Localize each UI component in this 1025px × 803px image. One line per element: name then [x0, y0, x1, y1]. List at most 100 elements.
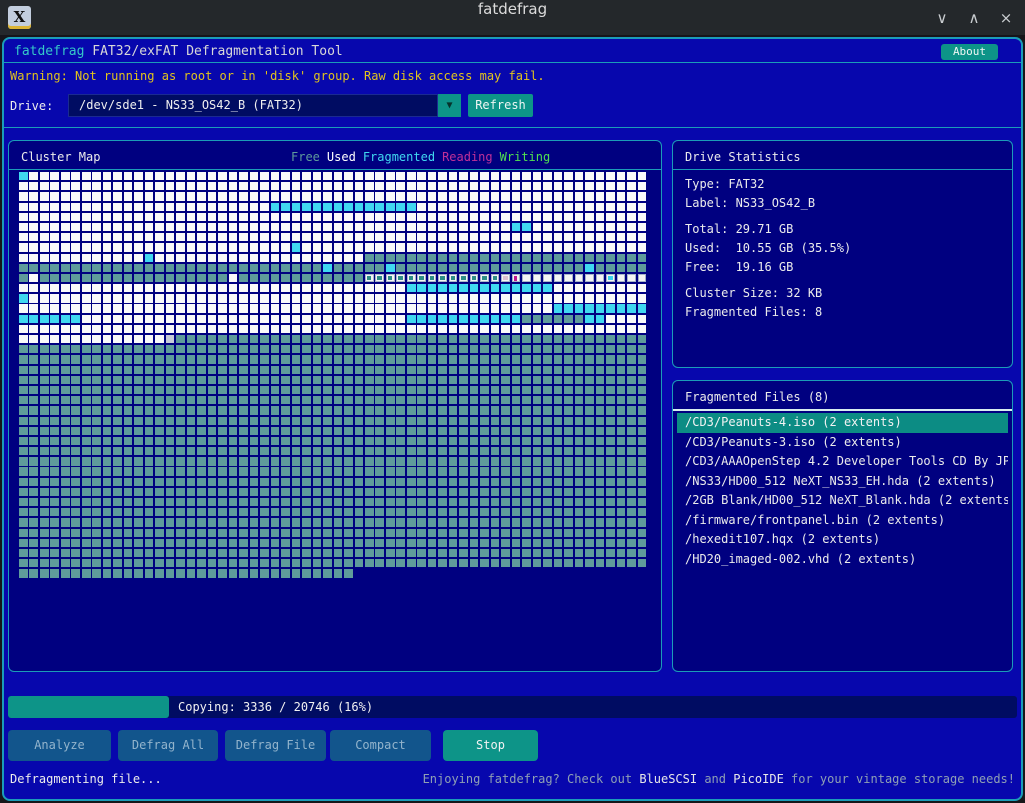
minimize-icon[interactable]: ∨ [933, 9, 951, 27]
map-cell [417, 406, 426, 415]
map-cell [123, 436, 133, 446]
map-cell [186, 487, 196, 497]
map-cell [81, 548, 91, 558]
map-cell [113, 345, 122, 354]
stop-button[interactable]: Stop [443, 730, 538, 761]
map-cell [438, 253, 447, 262]
fragmented-file-item[interactable]: /NS33/HD00_512 NeXT_NS33_EH.hda (2 exten… [677, 472, 1008, 492]
map-cell [427, 355, 437, 364]
map-cell [448, 273, 458, 283]
map-cell [19, 314, 28, 323]
map-cell [385, 222, 395, 232]
map-cell [616, 436, 626, 446]
map-cell [574, 467, 584, 476]
analyze-button[interactable]: Analyze [8, 730, 111, 761]
map-cell [186, 182, 196, 191]
fragmented-file-item[interactable]: /hexedit107.hqx (2 extents) [677, 530, 1008, 550]
map-cell [239, 233, 248, 242]
map-cell [480, 182, 489, 191]
map-cell [260, 467, 269, 476]
map-cell [606, 467, 615, 476]
map-cell [375, 518, 385, 527]
map-cell [312, 457, 322, 466]
map-cell [323, 284, 332, 293]
map-cell [144, 233, 154, 242]
compact-button[interactable]: Compact [330, 730, 431, 761]
map-cell [448, 375, 458, 385]
map-cell [302, 324, 311, 334]
fragmented-file-item[interactable]: /CD3/Peanuts-3.iso (2 extents) [677, 433, 1008, 453]
map-cell [574, 436, 584, 446]
about-button[interactable]: About [941, 44, 998, 60]
map-cell [92, 355, 101, 364]
map-cell [165, 365, 175, 374]
map-cell [511, 212, 521, 222]
map-cell [333, 294, 343, 303]
fragmented-file-item[interactable]: /2GB Blank/HD00_512 NeXT_Blank.hda (2 ex… [677, 491, 1008, 511]
map-cell [291, 304, 301, 313]
map-cell [249, 406, 259, 415]
map-cell [60, 416, 70, 425]
map-cell [627, 192, 636, 201]
map-cell [532, 263, 542, 272]
map-cell [385, 548, 395, 558]
map-cell [585, 335, 594, 344]
map-cell [364, 172, 374, 181]
map-cell [207, 233, 217, 242]
map-cell [375, 212, 385, 222]
drive-select[interactable]: /dev/sde1 - NS33_OS42_B (FAT32) [68, 94, 438, 117]
map-cell [511, 396, 521, 405]
map-cell [616, 253, 626, 262]
map-cell [637, 273, 647, 283]
map-cell [574, 294, 584, 303]
map-cell [176, 345, 185, 354]
map-cell [501, 508, 510, 517]
map-cell [344, 294, 353, 303]
map-cell [406, 385, 416, 395]
map-cell [553, 192, 563, 201]
fragmented-file-item[interactable]: /firmware/frontpanel.bin (2 extents) [677, 511, 1008, 531]
map-cell [606, 192, 615, 201]
map-cell [354, 385, 364, 395]
map-cell [155, 385, 164, 395]
map-cell [511, 172, 521, 181]
map-cell [270, 314, 280, 323]
map-cell [627, 182, 636, 191]
map-cell [260, 518, 269, 527]
fragmented-file-item[interactable]: /CD3/Peanuts-4.iso (2 extents) [677, 413, 1008, 433]
close-icon[interactable]: × [997, 9, 1015, 27]
map-cell [60, 538, 70, 548]
map-cell [113, 416, 122, 425]
fragmented-file-item[interactable]: /CD3/AAAOpenStep 4.2 Developer Tools CD … [677, 452, 1008, 472]
chevron-down-icon[interactable]: ▼ [438, 94, 461, 117]
map-cell [155, 212, 164, 222]
map-cell [92, 538, 101, 548]
map-cell [553, 385, 563, 395]
map-cell [19, 263, 28, 272]
map-cell [239, 172, 248, 181]
map-cell [396, 426, 406, 435]
map-cell [92, 457, 101, 466]
fragmented-file-item[interactable]: /HD20_imaged-002.vhd (2 extents) [677, 550, 1008, 570]
map-cell [522, 426, 531, 435]
map-cell [354, 172, 364, 181]
map-cell [218, 467, 227, 476]
map-cell [19, 498, 28, 507]
map-cell [186, 273, 196, 283]
map-cell [302, 212, 311, 222]
defrag-file-button[interactable]: Defrag File [225, 730, 326, 761]
map-cell [144, 416, 154, 425]
map-cell [218, 304, 227, 313]
map-cell [186, 263, 196, 272]
map-cell [532, 172, 542, 181]
map-cell [113, 284, 122, 293]
maximize-icon[interactable]: ∧ [965, 9, 983, 27]
map-cell [532, 345, 542, 354]
map-cell [92, 365, 101, 374]
map-cell [29, 253, 39, 262]
defrag-all-button[interactable]: Defrag All [118, 730, 218, 761]
refresh-button[interactable]: Refresh [468, 94, 533, 117]
map-cell [396, 559, 406, 568]
map-cell [354, 233, 364, 242]
map-cell [616, 314, 626, 323]
